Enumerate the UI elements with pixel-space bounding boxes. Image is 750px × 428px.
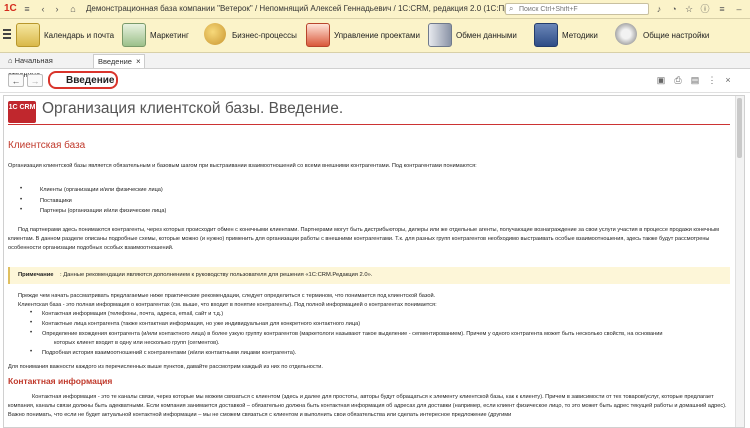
forward-arrow-icon[interactable]: › <box>52 4 62 14</box>
history-icon[interactable]: ◔ <box>669 4 679 14</box>
list-item: Определение вхождения контрагента (и/или… <box>42 331 663 337</box>
section-marketing[interactable]: Маркетинг <box>122 23 197 49</box>
crm-logo: 1С CRM <box>8 101 36 123</box>
section-heading-client-base: Клиентская база <box>8 140 86 151</box>
form-header: ← → Введение ▣ ⎙ ▤ ⋮ × <box>0 69 750 93</box>
section-heading-contact-info: Контактная информация <box>8 376 113 386</box>
form-title-highlight: Введение <box>48 71 118 89</box>
minimize-icon[interactable]: – <box>734 4 744 14</box>
scrollbar-thumb[interactable] <box>737 98 742 158</box>
tab-home[interactable]: ⌂ Начальная страница <box>4 54 90 79</box>
tab-introduction[interactable]: Введение × <box>93 54 145 68</box>
sections-menu-icon[interactable] <box>3 29 11 41</box>
settings-icon[interactable]: ≡ <box>717 4 727 14</box>
list-item: Поставщики <box>40 198 72 204</box>
title-bar: 1С ≡ ‹ › ⌂ Демонстрационная база компани… <box>0 0 750 19</box>
vertical-scrollbar[interactable] <box>735 96 744 427</box>
search-input[interactable] <box>519 4 644 14</box>
favorites-icon[interactable]: ☆ <box>684 4 694 14</box>
gear-icon <box>615 23 637 45</box>
coins-icon <box>204 23 226 45</box>
back-button[interactable]: ← <box>8 74 24 87</box>
list-item: Контактные лица контрагента (также конта… <box>42 321 361 327</box>
more-actions-icon[interactable]: ⋮ <box>706 74 718 86</box>
info-icon[interactable]: ⓘ <box>700 4 710 14</box>
section-general-settings[interactable]: Общие настройки <box>615 23 715 49</box>
home-icon[interactable]: ⌂ <box>68 4 78 14</box>
document-viewer[interactable]: 1С CRM Организация клиентской базы. Введ… <box>3 95 745 428</box>
paragraph-partners: Под партнерами здесь понимаются контраге… <box>8 227 719 251</box>
close-icon[interactable]: × <box>136 57 141 66</box>
sections-panel: Календарь и почта Маркетинг Бизнес-проце… <box>0 19 750 53</box>
section-project-management[interactable]: Управление проектами <box>306 23 420 49</box>
book-info-icon <box>534 23 558 47</box>
chart-icon <box>122 23 146 47</box>
section-data-exchange[interactable]: Обмен данными <box>428 23 518 49</box>
list-item: Контактная информация (телефоны, почта, … <box>42 311 224 317</box>
calendar-icon <box>16 23 40 47</box>
grid-icon[interactable]: ▤ <box>689 74 701 86</box>
list-item-continuation: которых клиент входит в одну или несколь… <box>54 340 220 346</box>
global-search[interactable]: ⌕ <box>505 3 649 15</box>
note-text: : Данные рекомендации являются дополнени… <box>60 272 373 278</box>
title-divider <box>8 124 730 125</box>
paragraph-definition: Прежде чем начать рассматривать предлага… <box>18 293 436 299</box>
menu-icon[interactable]: ≡ <box>22 4 32 14</box>
note-label: Примечание <box>18 272 54 278</box>
database-icon <box>428 23 452 47</box>
search-icon: ⌕ <box>509 4 514 13</box>
notifications-icon[interactable]: ♪ <box>654 4 664 14</box>
note-box: Примечание : Данные рекомендации являютс… <box>8 267 730 284</box>
open-tabs-bar: ⌂ Начальная страница Введение × <box>0 53 750 79</box>
close-form-icon[interactable]: × <box>722 74 734 86</box>
paragraph-intro: Организация клиентской базы является обя… <box>8 163 477 169</box>
save-icon[interactable]: ▣ <box>655 74 667 86</box>
print-icon[interactable]: ⎙ <box>672 74 684 86</box>
form-title: Введение <box>66 75 115 86</box>
list-item: Партнеры (организации и/или физические л… <box>40 208 167 214</box>
forward-button[interactable]: → <box>27 74 43 87</box>
list-item: Клиенты (организации и/или физические ли… <box>40 187 163 193</box>
paragraph-client-base: Клиентская база - это полная информация … <box>18 302 437 308</box>
section-business-processes[interactable]: Бизнес-процессы <box>204 23 297 49</box>
section-calendar-mail[interactable]: Календарь и почта <box>16 23 114 49</box>
list-item: Подробная история взаимоотношений с конт… <box>42 350 297 356</box>
projects-icon <box>306 23 330 47</box>
paragraph-contact-info: Контактная информация - это те каналы св… <box>8 394 727 418</box>
home-icon: ⌂ <box>8 56 15 65</box>
document-title: Организация клиентской базы. Введение. <box>42 100 344 117</box>
back-arrow-icon[interactable]: ‹ <box>38 4 48 14</box>
paragraph-importance: Для понимания важности каждого из перечи… <box>8 364 323 370</box>
app-logo: 1С <box>4 3 17 14</box>
section-methods[interactable]: Методики <box>534 23 604 49</box>
window-title: Демонстрационная база компании "Ветерок"… <box>86 4 551 13</box>
